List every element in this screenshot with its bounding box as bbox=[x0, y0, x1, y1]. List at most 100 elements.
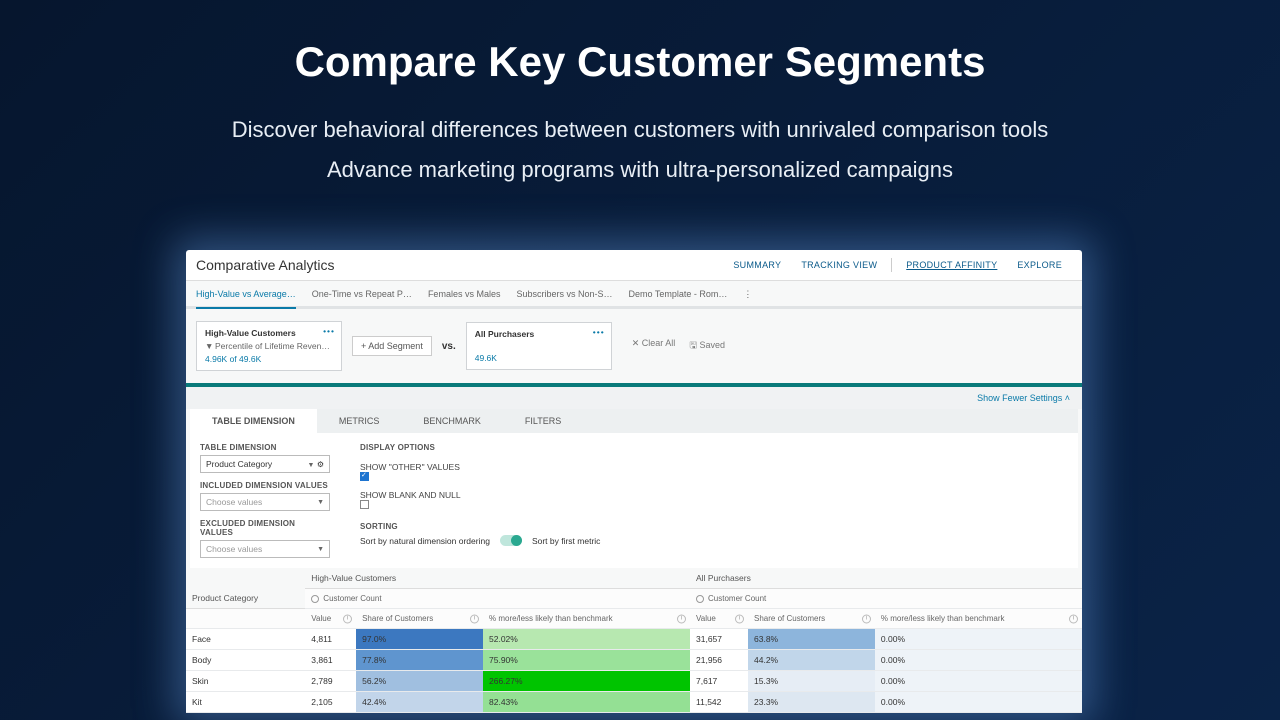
show-blank-checkbox[interactable] bbox=[360, 500, 369, 509]
segment-b-count: 49.6K bbox=[475, 353, 603, 363]
segment-a-menu-icon[interactable]: ••• bbox=[323, 326, 335, 336]
col-share-a[interactable]: Share of Customersi bbox=[356, 609, 483, 629]
segment-card-a[interactable]: High-Value Customers ••• ▼Percentile of … bbox=[196, 321, 342, 371]
info-icon[interactable]: i bbox=[343, 614, 352, 623]
col-group-b: All Purchasers bbox=[690, 568, 1082, 589]
cell-diff-b: 0.00% bbox=[875, 629, 1082, 650]
cell-value-b: 31,657 bbox=[690, 629, 748, 650]
template-tab-highvalue[interactable]: High-Value vs Average… bbox=[196, 289, 296, 309]
table-row: Skin2,78956.2%266.27%7,61715.3%0.00% bbox=[186, 671, 1082, 692]
cell-category: Kit bbox=[186, 692, 305, 713]
chevron-down-icon: ▼ bbox=[317, 546, 324, 553]
radio-icon[interactable] bbox=[311, 595, 319, 603]
settings-tab-benchmark[interactable]: BENCHMARK bbox=[401, 409, 503, 433]
close-icon: ✕ bbox=[632, 338, 640, 348]
included-values-select[interactable]: Choose values ▼ bbox=[200, 493, 330, 511]
radio-icon[interactable] bbox=[696, 595, 704, 603]
panel-title: Comparative Analytics bbox=[196, 257, 335, 273]
template-tabs: High-Value vs Average… One-Time vs Repea… bbox=[186, 281, 1082, 309]
cell-value-a: 2,105 bbox=[305, 692, 356, 713]
cell-diff-a: 52.02% bbox=[483, 629, 690, 650]
save-icon: 🖫 bbox=[689, 340, 697, 350]
included-values-label: INCLUDED DIMENSION VALUES bbox=[200, 481, 330, 490]
cell-share-a: 42.4% bbox=[356, 692, 483, 713]
chevron-up-icon: ˄ bbox=[1065, 393, 1070, 403]
info-icon[interactable]: i bbox=[677, 614, 686, 623]
col-value-a[interactable]: Valuei bbox=[305, 609, 356, 629]
gear-icon[interactable]: ⚙ bbox=[317, 460, 324, 469]
cell-share-b: 63.8% bbox=[748, 629, 875, 650]
plus-icon: + bbox=[361, 341, 366, 351]
info-icon[interactable]: i bbox=[862, 614, 871, 623]
sort-toggle[interactable] bbox=[500, 535, 522, 546]
table-row: Face4,81197.0%52.02%31,65763.8%0.00% bbox=[186, 629, 1082, 650]
cell-category: Body bbox=[186, 650, 305, 671]
info-icon[interactable]: i bbox=[1069, 614, 1078, 623]
cell-share-b: 23.3% bbox=[748, 692, 875, 713]
template-more-icon[interactable]: ⋮ bbox=[743, 289, 752, 306]
segment-a-filter: ▼Percentile of Lifetime Revenue (LTR) >=… bbox=[205, 341, 333, 351]
col-diff-b[interactable]: % more/less likely than benchmarki bbox=[875, 609, 1082, 629]
cell-category: Face bbox=[186, 629, 305, 650]
table-row: Kit2,10542.4%82.43%11,54223.3%0.00% bbox=[186, 692, 1082, 713]
show-other-checkbox[interactable] bbox=[360, 472, 369, 481]
show-other-values-label: SHOW "OTHER" VALUES bbox=[360, 462, 600, 472]
table-dimension-select[interactable]: Product Category ▼ ⚙ bbox=[200, 455, 330, 473]
cell-value-a: 3,861 bbox=[305, 650, 356, 671]
hero-subtitle-2: Advance marketing programs with ultra-pe… bbox=[0, 150, 1280, 190]
segment-b-menu-icon[interactable]: ••• bbox=[593, 327, 605, 337]
settings-tab-dimension[interactable]: TABLE DIMENSION bbox=[190, 409, 317, 433]
sorting-label: SORTING bbox=[360, 522, 600, 531]
cell-value-a: 4,811 bbox=[305, 629, 356, 650]
col-group-a: High-Value Customers bbox=[305, 568, 690, 589]
settings-tab-filters[interactable]: FILTERS bbox=[503, 409, 583, 433]
hero-title: Compare Key Customer Segments bbox=[0, 38, 1280, 86]
table-dimension-label: TABLE DIMENSION bbox=[200, 443, 330, 452]
saved-button[interactable]: 🖫 Saved bbox=[689, 338, 725, 354]
show-blank-null-label: SHOW BLANK AND NULL bbox=[360, 490, 600, 500]
cell-diff-a: 75.90% bbox=[483, 650, 690, 671]
segment-card-b[interactable]: All Purchasers ••• 49.6K bbox=[466, 322, 612, 370]
cell-diff-a: 82.43% bbox=[483, 692, 690, 713]
settings-tab-metrics[interactable]: METRICS bbox=[317, 409, 402, 433]
nav-tracking-view[interactable]: TRACKING VIEW bbox=[791, 256, 887, 274]
sort-metric-label: Sort by first metric bbox=[532, 536, 600, 546]
nav-divider bbox=[891, 258, 892, 272]
cell-category: Skin bbox=[186, 671, 305, 692]
info-icon[interactable]: i bbox=[470, 614, 479, 623]
cell-diff-a: 266.27% bbox=[483, 671, 690, 692]
table-row: Body3,86177.8%75.90%21,95644.2%0.00% bbox=[186, 650, 1082, 671]
col-category[interactable]: Product Category bbox=[186, 568, 305, 609]
segment-a-name: High-Value Customers bbox=[205, 328, 333, 338]
cell-share-a: 97.0% bbox=[356, 629, 483, 650]
nav-summary[interactable]: SUMMARY bbox=[723, 256, 791, 274]
nav-product-affinity[interactable]: PRODUCT AFFINITY bbox=[896, 256, 1007, 274]
display-options-label: DISPLAY OPTIONS bbox=[360, 443, 600, 452]
clear-all-button[interactable]: ✕ Clear All bbox=[632, 338, 676, 354]
template-tab-onetime[interactable]: One-Time vs Repeat P… bbox=[312, 289, 412, 306]
cell-diff-b: 0.00% bbox=[875, 671, 1082, 692]
template-tab-demo[interactable]: Demo Template - Rom… bbox=[629, 289, 728, 306]
cell-share-b: 44.2% bbox=[748, 650, 875, 671]
info-icon[interactable]: i bbox=[735, 614, 744, 623]
nav-explore[interactable]: EXPLORE bbox=[1007, 256, 1072, 274]
show-fewer-settings-toggle[interactable]: Show Fewer Settings ˄ bbox=[186, 387, 1082, 409]
col-share-b[interactable]: Share of Customersi bbox=[748, 609, 875, 629]
vs-label: vs. bbox=[442, 341, 456, 352]
excluded-values-label: EXCLUDED DIMENSION VALUES bbox=[200, 519, 330, 537]
template-tab-subscribers[interactable]: Subscribers vs Non-S… bbox=[516, 289, 612, 306]
add-segment-button[interactable]: + Add Segment bbox=[352, 336, 432, 356]
cell-value-b: 21,956 bbox=[690, 650, 748, 671]
funnel-icon: ▼ bbox=[205, 341, 212, 351]
col-diff-a[interactable]: % more/less likely than benchmarki bbox=[483, 609, 690, 629]
cell-share-b: 15.3% bbox=[748, 671, 875, 692]
col-customer-count-a: Customer Count bbox=[305, 589, 690, 609]
segment-b-name: All Purchasers bbox=[475, 329, 603, 339]
cell-share-a: 56.2% bbox=[356, 671, 483, 692]
cell-diff-b: 0.00% bbox=[875, 650, 1082, 671]
cell-value-b: 7,617 bbox=[690, 671, 748, 692]
col-value-b[interactable]: Valuei bbox=[690, 609, 748, 629]
excluded-values-select[interactable]: Choose values ▼ bbox=[200, 540, 330, 558]
data-table: Product Category High-Value Customers Al… bbox=[186, 568, 1082, 713]
template-tab-gender[interactable]: Females vs Males bbox=[428, 289, 501, 306]
